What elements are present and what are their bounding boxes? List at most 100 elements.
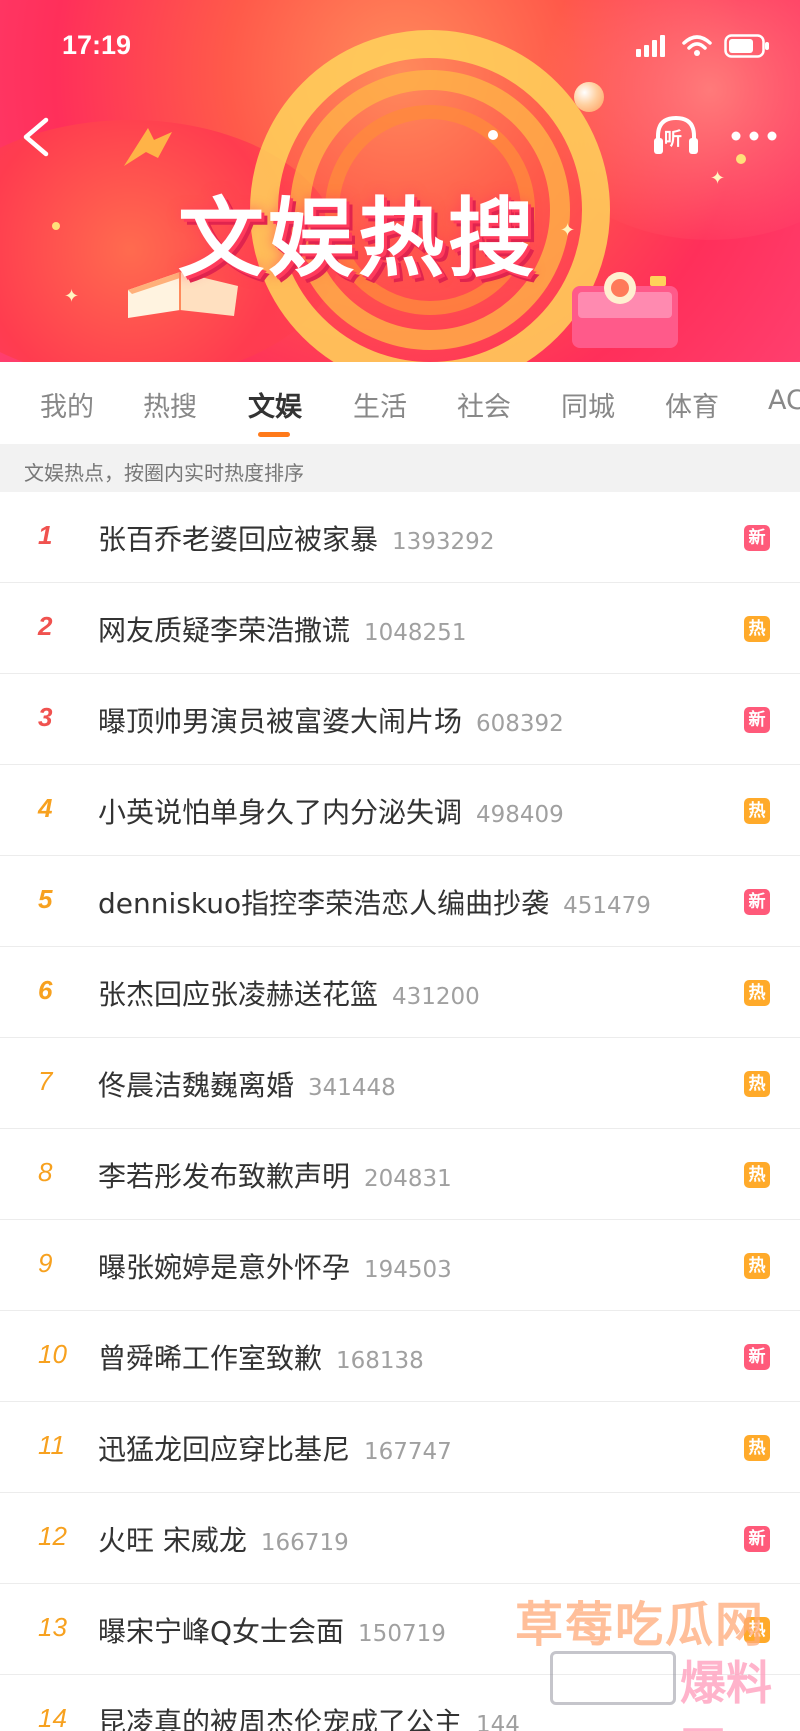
banner-dot [488,130,498,140]
tab-entertainment[interactable]: 文娱 [248,385,302,424]
heat-count: 1393292 [392,529,495,555]
hot-badge: 热 [744,1617,770,1643]
list-item[interactable]: 2 网友质疑李荣浩撒谎 1048251 热 [0,583,800,674]
heat-count: 204831 [364,1166,452,1192]
list-item[interactable]: 1 张百乔老婆回应被家暴 1393292 新 [0,492,800,583]
new-badge: 新 [744,1344,770,1370]
list-item[interactable]: 10 曾舜晞工作室致歉 168138 新 [0,1311,800,1402]
new-badge: 新 [744,1526,770,1552]
hot-badge: 热 [744,616,770,642]
item-title: 曾舜晞工作室致歉 [98,1342,323,1375]
rank-number: 5 [38,884,53,914]
listen-button[interactable]: 听 [650,110,702,162]
heat-count: 194503 [364,1257,452,1283]
rank-number: 4 [38,793,53,823]
more-dots-icon [731,131,777,141]
item-title: 小英说怕单身久了内分泌失调 [98,796,463,829]
rank-number: 10 [38,1339,67,1369]
camera-icon [572,272,678,348]
list-item[interactable]: 11 迅猛龙回应穿比基尼 167747 热 [0,1402,800,1493]
heat-count: 451479 [563,893,651,919]
heat-count: 167747 [364,1439,452,1465]
heat-count: 341448 [308,1075,396,1101]
hot-badge: 热 [744,798,770,824]
sparkle-icon: ✦ [560,220,576,241]
heat-count: 166719 [260,1530,349,1556]
tab-hot-search[interactable]: 热搜 [143,385,197,424]
sparkle-icon: ✦ [710,168,726,189]
heat-count: 608392 [476,711,564,737]
rank-number: 12 [38,1521,67,1551]
back-button[interactable] [14,112,58,162]
list-item[interactable]: 3 曝顶帅男演员被富婆大闹片场 608392 新 [0,674,800,765]
sparkle-icon: ✦ [64,286,80,307]
new-badge: 新 [744,525,770,551]
rank-number: 1 [38,520,53,550]
hot-badge: 热 [744,980,770,1006]
banner-dot [52,222,60,230]
heat-count: 498409 [476,802,564,828]
battery-icon [724,34,769,58]
listen-label: 听 [664,129,682,150]
rank-number: 13 [38,1612,67,1642]
item-title: 张百乔老婆回应被家暴 [98,523,379,556]
list-item[interactable]: 5 denniskuo指控李荣浩恋人编曲抄袭 451479 新 [0,856,800,947]
heat-count: 144 [476,1712,520,1731]
rank-number: 6 [38,975,53,1005]
hot-badge: 热 [744,1162,770,1188]
list-item[interactable]: 9 曝张婉婷是意外怀孕 194503 热 [0,1220,800,1311]
list-description-bar: 文娱热点，按圈内实时热度排序 [0,444,800,492]
item-title: 网友质疑李荣浩撒谎 [98,614,351,647]
list-item[interactable]: 13 曝宋宁峰Q女士会面 150719 热 [0,1584,800,1675]
header-banner: ✦ ✦ ✦ 17:19 听 文娱热搜 [0,0,800,362]
banner-ball [574,82,604,112]
heat-count: 431200 [392,984,480,1010]
item-title: 佟晨洁魏巍离婚 [98,1069,295,1102]
tab-sports[interactable]: 体育 [665,385,719,424]
item-title: 曝张婉婷是意外怀孕 [98,1251,351,1284]
chevron-left-icon [23,117,49,157]
rank-number: 11 [38,1430,65,1460]
heat-count: 1048251 [364,620,467,646]
item-title: 张杰回应张凌赫送花篮 [98,978,379,1011]
signal-icon [636,35,665,57]
tab-society[interactable]: 社会 [457,385,511,424]
item-title: 李若彤发布致歉声明 [98,1160,351,1193]
list-item[interactable]: 8 李若彤发布致歉声明 204831 热 [0,1129,800,1220]
new-badge: 新 [744,889,770,915]
tab-mine[interactable]: 我的 [40,385,94,424]
list-item[interactable]: 4 小英说怕单身久了内分泌失调 498409 热 [0,765,800,856]
list-item[interactable]: 12 火旺 宋威龙 166719 新 [0,1493,800,1584]
screen: ✦ ✦ ✦ 17:19 听 文娱热搜 我的 热搜 文娱 生活 社会 同城 体育 … [0,0,800,1731]
list-item[interactable]: 6 张杰回应张凌赫送花篮 431200 热 [0,947,800,1038]
list-item[interactable]: 7 佟晨洁魏巍离婚 341448 热 [0,1038,800,1129]
item-title: 曝宋宁峰Q女士会面 [98,1615,345,1648]
tab-local[interactable]: 同城 [561,385,615,424]
hot-badge: 热 [744,1253,770,1279]
rank-number: 7 [38,1066,53,1096]
new-badge: 新 [744,707,770,733]
hot-badge: 热 [744,1435,770,1461]
rank-number: 2 [38,611,53,641]
status-time: 17:19 [62,30,132,60]
item-title: 迅猛龙回应穿比基尼 [98,1433,351,1466]
list-description: 文娱热点，按圈内实时热度排序 [24,461,304,485]
list-item[interactable]: 14 昆凌真的被周杰伦宠成了公主 144 [0,1675,800,1731]
item-title: 昆凌真的被周杰伦宠成了公主 [98,1706,463,1731]
item-title: 火旺 宋威龙 [98,1524,247,1557]
tab-life[interactable]: 生活 [353,385,407,424]
hot-badge: 热 [744,1071,770,1097]
item-title: denniskuo指控李荣浩恋人编曲抄袭 [98,887,550,920]
active-tab-indicator [258,432,290,437]
heat-count: 168138 [336,1348,424,1374]
more-button[interactable] [726,116,782,156]
status-icons [636,34,770,58]
wifi-icon [682,35,712,56]
heat-count: 150719 [358,1621,446,1647]
tab-acg[interactable]: AC [768,385,800,416]
rank-number: 14 [38,1703,67,1731]
item-title: 曝顶帅男演员被富婆大闹片场 [98,705,463,738]
rank-number: 8 [38,1157,53,1187]
rank-number: 3 [38,702,53,732]
rank-number: 9 [38,1248,53,1278]
